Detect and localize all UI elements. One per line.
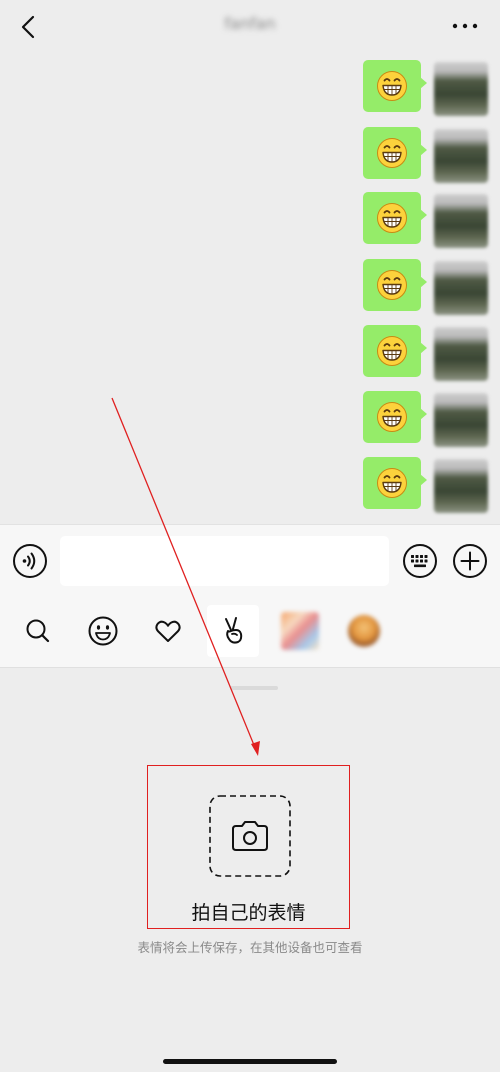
tab-search[interactable] <box>12 605 64 657</box>
panel-drag-handle[interactable] <box>230 686 278 690</box>
home-indicator[interactable] <box>163 1059 337 1064</box>
sticker-pack-thumbnail <box>281 612 319 650</box>
message-row <box>0 127 500 183</box>
tab-favorites[interactable] <box>142 605 194 657</box>
grinning-emoji-icon <box>377 138 407 168</box>
avatar[interactable] <box>434 327 488 381</box>
message-row <box>0 457 500 513</box>
message-bubble[interactable] <box>363 391 427 443</box>
heart-icon <box>155 620 181 642</box>
voice-icon[interactable] <box>12 543 48 579</box>
message-row <box>0 325 500 381</box>
grinning-emoji-icon <box>377 336 407 366</box>
message-row <box>0 192 500 248</box>
message-bubble[interactable] <box>363 192 427 244</box>
sticker-tab-bar <box>0 596 500 668</box>
avatar[interactable] <box>434 459 488 513</box>
tab-sticker-pack-1[interactable] <box>274 605 326 657</box>
camera-icon <box>232 821 268 851</box>
keyboard-icon[interactable] <box>402 543 438 579</box>
message-row <box>0 259 500 315</box>
grinning-emoji-icon <box>377 402 407 432</box>
grinning-emoji-icon <box>377 71 407 101</box>
self-sticker-note: 表情将会上传保存，在其他设备也可查看 <box>137 940 363 955</box>
grinning-emoji-icon <box>377 468 407 498</box>
avatar[interactable] <box>434 129 488 183</box>
peace-hand-icon <box>225 617 243 644</box>
input-bar <box>0 524 500 596</box>
chat-title: fanfan <box>224 14 276 33</box>
message-bubble[interactable] <box>363 60 427 112</box>
more-dots-icon[interactable] <box>448 14 482 38</box>
smiley-icon <box>88 616 118 646</box>
avatar[interactable] <box>434 261 488 315</box>
plus-circle-icon[interactable] <box>452 543 488 579</box>
search-icon <box>26 619 50 643</box>
message-bubble[interactable] <box>363 127 427 179</box>
take-self-sticker-button[interactable] <box>209 795 291 877</box>
tab-self-sticker[interactable] <box>207 605 259 657</box>
message-bubble[interactable] <box>363 325 427 377</box>
self-sticker-label: 拍自己的表情 <box>191 902 306 924</box>
nav-bar: fanfan <box>0 0 500 54</box>
avatar[interactable] <box>434 393 488 447</box>
message-row <box>0 60 500 116</box>
sticker-pack-thumbnail <box>348 615 380 647</box>
message-bubble[interactable] <box>363 259 427 311</box>
tab-emoji[interactable] <box>77 605 129 657</box>
message-row <box>0 391 500 447</box>
message-input[interactable] <box>60 536 389 586</box>
avatar[interactable] <box>434 62 488 116</box>
grinning-emoji-icon <box>377 270 407 300</box>
chevron-left-icon[interactable] <box>14 12 42 42</box>
avatar[interactable] <box>434 194 488 248</box>
tab-sticker-pack-2[interactable] <box>338 605 390 657</box>
message-bubble[interactable] <box>363 457 427 509</box>
grinning-emoji-icon <box>377 203 407 233</box>
